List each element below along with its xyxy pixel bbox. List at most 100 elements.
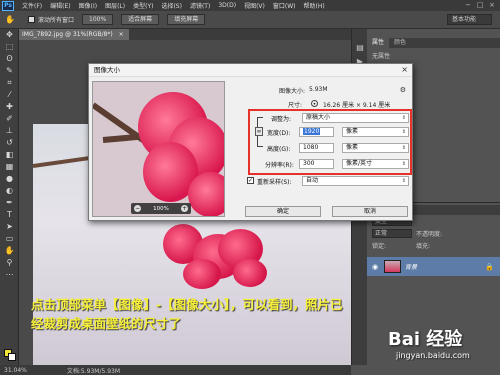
- pen-tool-icon[interactable]: ✒: [0, 197, 19, 209]
- shape-tool-icon[interactable]: ▭: [0, 233, 19, 245]
- menu-view[interactable]: 视图(V): [244, 1, 265, 10]
- preview-zoom-bar: − 100% +: [131, 203, 191, 214]
- preview-zoom-value: 100%: [153, 205, 169, 212]
- menu-help[interactable]: 帮助(H): [304, 1, 325, 10]
- resample-checkbox[interactable]: ✓: [247, 177, 254, 184]
- options-bar: ✋ 滚动所有窗口 100% 适合屏幕 填充屏幕 基本功能: [0, 11, 500, 29]
- close-window-button[interactable]: ×: [486, 1, 498, 10]
- opacity-label: 不透明度:: [416, 230, 443, 238]
- layer-name: 背景: [405, 264, 418, 271]
- workspace-select[interactable]: 基本功能: [447, 14, 492, 25]
- resolution-field[interactable]: 300: [299, 159, 334, 169]
- document-tab-title: IMG_7892.jpg @ 31%(RGB/8*): [22, 31, 113, 38]
- menu-file[interactable]: 文件(F): [22, 1, 42, 10]
- hand-icon[interactable]: ✋: [4, 14, 16, 26]
- menu-window[interactable]: 窗口(W): [273, 1, 296, 10]
- baidu-jingyan-watermark: Bai 经验 jingyan.baidu.com: [388, 325, 496, 373]
- blur-tool-icon[interactable]: ●: [0, 173, 19, 185]
- resample-select[interactable]: 自动 ⇕: [302, 176, 409, 186]
- crop-tool-icon[interactable]: ⌗: [0, 77, 19, 89]
- brush-tool-icon[interactable]: ✐: [0, 113, 19, 125]
- minimize-button[interactable]: −: [462, 1, 474, 10]
- chevron-down-icon: ⇕: [401, 145, 406, 151]
- blend-mode-select[interactable]: 正常: [372, 228, 412, 238]
- history-brush-tool-icon[interactable]: ↺: [0, 137, 19, 149]
- path-select-tool-icon[interactable]: ➤: [0, 221, 19, 233]
- image-size-label: 图像大小:: [279, 88, 306, 95]
- image-size-dialog: 图像大小 × − 100% + 图像大小: 5.93M ⚙ 尺寸: ▾ 16.2…: [88, 63, 413, 221]
- menu-3d[interactable]: 3D(D): [218, 2, 236, 9]
- zoom-tool-icon[interactable]: ⚲: [0, 257, 19, 269]
- dodge-tool-icon[interactable]: ◐: [0, 185, 19, 197]
- height-value: 1080: [303, 144, 319, 151]
- chevron-down-icon: ⇕: [401, 178, 406, 184]
- dimensions-label: 尺寸:: [288, 102, 303, 109]
- fill-screen-button[interactable]: 填充屏幕: [167, 14, 206, 25]
- background-color-swatch[interactable]: [8, 353, 16, 361]
- fit-screen-button[interactable]: 适合屏幕: [121, 14, 160, 25]
- photoshop-logo: Ps: [2, 0, 14, 11]
- ok-button[interactable]: 确定: [245, 206, 321, 217]
- resolution-unit-value: 像素/英寸: [346, 160, 373, 167]
- clone-stamp-tool-icon[interactable]: ⊥: [0, 125, 19, 137]
- dialog-title: 图像大小: [89, 64, 412, 77]
- menu-bar: Ps 文件(F) 编辑(E) 图像(I) 图层(L) 类型(Y) 选择(S) 滤…: [0, 0, 500, 11]
- scroll-all-windows-checkbox[interactable]: [28, 16, 35, 23]
- lock-label: 锁定:: [372, 242, 387, 250]
- gradient-tool-icon[interactable]: ▦: [0, 161, 19, 173]
- status-zoom[interactable]: 31.04%: [4, 367, 27, 374]
- height-unit-select[interactable]: 像素 ⇕: [342, 143, 409, 153]
- document-tab-close-icon[interactable]: ×: [119, 31, 124, 38]
- fit-to-select[interactable]: 原稿大小 ⇕: [302, 113, 409, 123]
- layer-thumbnail: [384, 260, 401, 273]
- link-icon[interactable]: ∞: [255, 127, 263, 136]
- image-preview[interactable]: − 100% +: [92, 81, 225, 217]
- menu-layer[interactable]: 图层(L): [105, 1, 125, 10]
- height-label: 高度(G):: [267, 146, 291, 153]
- lasso-tool-icon[interactable]: ʘ: [0, 53, 19, 65]
- cancel-button[interactable]: 取消: [332, 206, 408, 217]
- width-field[interactable]: 1920: [299, 127, 334, 137]
- scroll-all-windows-label: 滚动所有窗口: [38, 17, 75, 24]
- healing-tool-icon[interactable]: ✚: [0, 101, 19, 113]
- zoom-100-button[interactable]: 100%: [82, 14, 114, 25]
- hand-tool-icon[interactable]: ✋: [0, 245, 19, 257]
- resolution-value: 300: [303, 160, 315, 167]
- width-unit-select[interactable]: 像素 ⇕: [342, 127, 409, 137]
- marquee-tool-icon[interactable]: ⬚: [0, 41, 19, 53]
- resolution-unit-select[interactable]: 像素/英寸 ⇕: [342, 159, 409, 169]
- zoom-out-button[interactable]: −: [134, 205, 141, 212]
- layer-row-background[interactable]: ◉ 背景 🔒: [367, 257, 500, 276]
- move-tool-icon[interactable]: ✥: [0, 29, 19, 41]
- more-tools-icon[interactable]: ⋯: [0, 269, 19, 281]
- menu-type[interactable]: 类型(Y): [133, 1, 153, 10]
- eraser-tool-icon[interactable]: ◧: [0, 149, 19, 161]
- watermark-logo: Bai 经验: [388, 329, 463, 350]
- dialog-close-icon[interactable]: ×: [401, 65, 408, 74]
- tutorial-caption: 点击顶部菜单【图像】-【图像大小】，可以看到，照片已 经裁剪成桌面壁纸的尺寸了: [31, 295, 351, 333]
- zoom-in-button[interactable]: +: [180, 205, 188, 212]
- menu-filter[interactable]: 滤镜(T): [190, 1, 210, 10]
- width-label: 宽度(D):: [267, 130, 291, 137]
- menu-select[interactable]: 选择(S): [161, 1, 182, 10]
- eye-icon[interactable]: ◉: [370, 263, 380, 271]
- photoshop-window: Ps 文件(F) 编辑(E) 图像(I) 图层(L) 类型(Y) 选择(S) 滤…: [0, 0, 500, 375]
- menu-image[interactable]: 图像(I): [79, 1, 97, 10]
- chevron-down-icon: ⇕: [401, 129, 406, 135]
- tab-color[interactable]: 颜色: [389, 38, 411, 48]
- type-tool-icon[interactable]: T: [0, 209, 19, 221]
- menu-edit[interactable]: 编辑(E): [50, 1, 70, 10]
- document-tab[interactable]: IMG_7892.jpg @ 31%(RGB/8*) ×: [19, 29, 129, 40]
- tab-properties[interactable]: 属性: [367, 38, 390, 48]
- height-unit-value: 像素: [346, 144, 359, 151]
- dimensions-unit-icon[interactable]: ▾: [311, 100, 318, 107]
- resolution-label: 分辨率(R):: [265, 162, 294, 169]
- height-field[interactable]: 1080: [299, 143, 334, 153]
- chevron-down-icon: ⇕: [401, 161, 406, 167]
- eyedropper-tool-icon[interactable]: ⁄: [0, 89, 19, 101]
- maximize-button[interactable]: □: [474, 1, 486, 10]
- history-panel-icon[interactable]: ▤: [352, 41, 368, 55]
- quick-select-tool-icon[interactable]: ✎: [0, 65, 19, 77]
- fit-to-value: 原稿大小: [306, 114, 331, 121]
- gear-icon[interactable]: ⚙: [400, 86, 406, 94]
